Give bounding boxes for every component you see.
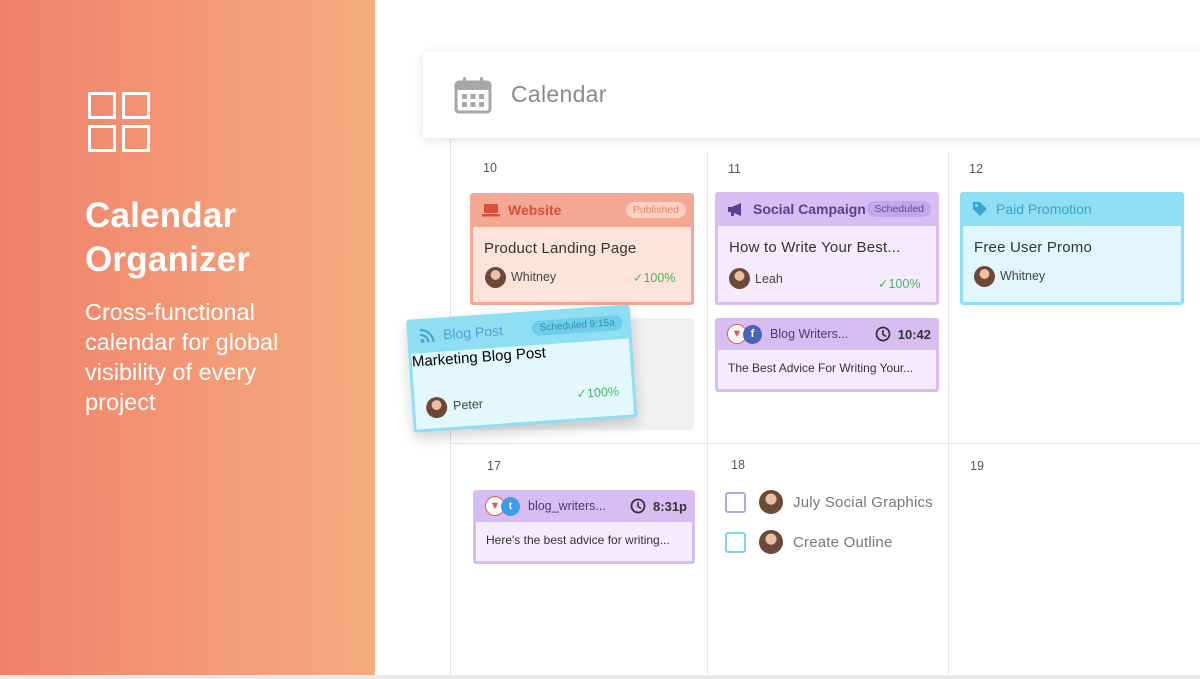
avatar [729, 268, 750, 289]
card-header: Paid Promotion [960, 192, 1184, 226]
post-preview: Here's the best advice for writing... [486, 533, 670, 547]
assignee-name: Leah [755, 272, 783, 286]
check-icon: ✓ [633, 271, 644, 285]
card-body: How to Write Your Best... Leah ✓100% [718, 226, 936, 302]
progress-value: ✓100% [633, 271, 676, 285]
clock-icon [630, 498, 646, 514]
rss-icon [419, 328, 435, 343]
megaphone-icon [728, 202, 741, 216]
card-category: Blog Post [442, 322, 504, 343]
post-time: 8:31p [630, 498, 687, 514]
social-post-card[interactable]: ▼ t blog_writers... 8:31p Here's the bes… [473, 490, 695, 564]
card-header: ▼ t blog_writers... 8:31p [473, 490, 695, 522]
progress-value: ✓100% [878, 277, 921, 291]
facebook-icon: f [743, 324, 762, 344]
post-preview: The Best Advice For Writing Your... [728, 361, 914, 375]
card-header: ▼ f Blog Writers... 10:42 [715, 318, 939, 350]
hero-description: Cross-functional calendar for global vis… [85, 299, 279, 415]
tag-icon [973, 202, 987, 216]
avatar [425, 396, 448, 419]
card-category: Website [508, 202, 562, 218]
task-checkbox[interactable] [725, 491, 746, 513]
card-title: How to Write Your Best... [729, 239, 901, 256]
card-body: Here's the best advice for writing... [476, 522, 692, 561]
twitter-icon: t [501, 496, 520, 516]
assignee-name: Whitney [1000, 269, 1046, 283]
social-post-card[interactable]: ▼ f Blog Writers... 10:42 The Best Advic… [715, 318, 939, 392]
card-body: Free User Promo Whitney [963, 226, 1181, 302]
card-body: Marketing Blog Post Peter ✓100% [411, 338, 635, 430]
card-body: The Best Advice For Writing Your... [718, 350, 936, 389]
task-item[interactable]: July Social Graphics [725, 490, 933, 514]
task-label: July Social Graphics [793, 493, 933, 511]
hero-title: Calendar Organizer [85, 196, 251, 279]
assignee-name: Whitney [511, 270, 557, 284]
event-card-website[interactable]: Website Published Product Landing Page W… [470, 193, 694, 305]
status-badge: Published [625, 202, 686, 218]
dragged-card-blog-post[interactable]: Blog Post Scheduled 9:15a Marketing Blog… [406, 304, 638, 433]
laptop-icon [482, 204, 500, 217]
grid-logo-icon [88, 92, 152, 154]
post-time: 10:42 [875, 326, 931, 342]
status-badge: Scheduled 9:15a [531, 314, 624, 336]
clock-icon [875, 326, 891, 342]
account-name: Blog Writers... [770, 327, 849, 341]
channel-icons: ▼ t [485, 496, 520, 516]
avatar [759, 490, 783, 514]
card-header: Social Campaign Scheduled [715, 192, 939, 226]
account-name: blog_writers... [528, 499, 606, 513]
status-badge: Scheduled [867, 201, 931, 217]
task-label: Create Outline [793, 533, 893, 551]
card-title: Product Landing Page [484, 240, 637, 257]
task-item[interactable]: Create Outline [725, 530, 893, 554]
card-category: Social Campaign [753, 201, 866, 217]
assignee-name: Peter [452, 396, 484, 413]
calendar-title: Calendar [511, 81, 607, 107]
card-body: Product Landing Page Whitney ✓100% [473, 227, 691, 302]
task-checkbox[interactable] [725, 531, 746, 553]
card-title: Free User Promo [974, 239, 1093, 256]
bottom-edge [0, 675, 1200, 679]
check-icon: ✓ [878, 277, 889, 291]
calendar-header: Calendar [423, 52, 1200, 138]
event-card-social-campaign[interactable]: Social Campaign Scheduled How to Write Y… [715, 192, 939, 305]
progress-value: ✓100% [576, 384, 620, 402]
avatar [974, 266, 995, 287]
card-header: Website Published [470, 193, 694, 227]
calendar-icon [454, 77, 492, 114]
event-card-paid-promotion[interactable]: Paid Promotion Free User Promo Whitney [960, 192, 1184, 305]
card-category: Paid Promotion [996, 201, 1092, 217]
channel-icons: ▼ f [727, 324, 762, 344]
avatar [759, 530, 783, 554]
hero-panel: Calendar Organizer Cross-functional cale… [0, 0, 375, 679]
avatar [485, 267, 506, 288]
